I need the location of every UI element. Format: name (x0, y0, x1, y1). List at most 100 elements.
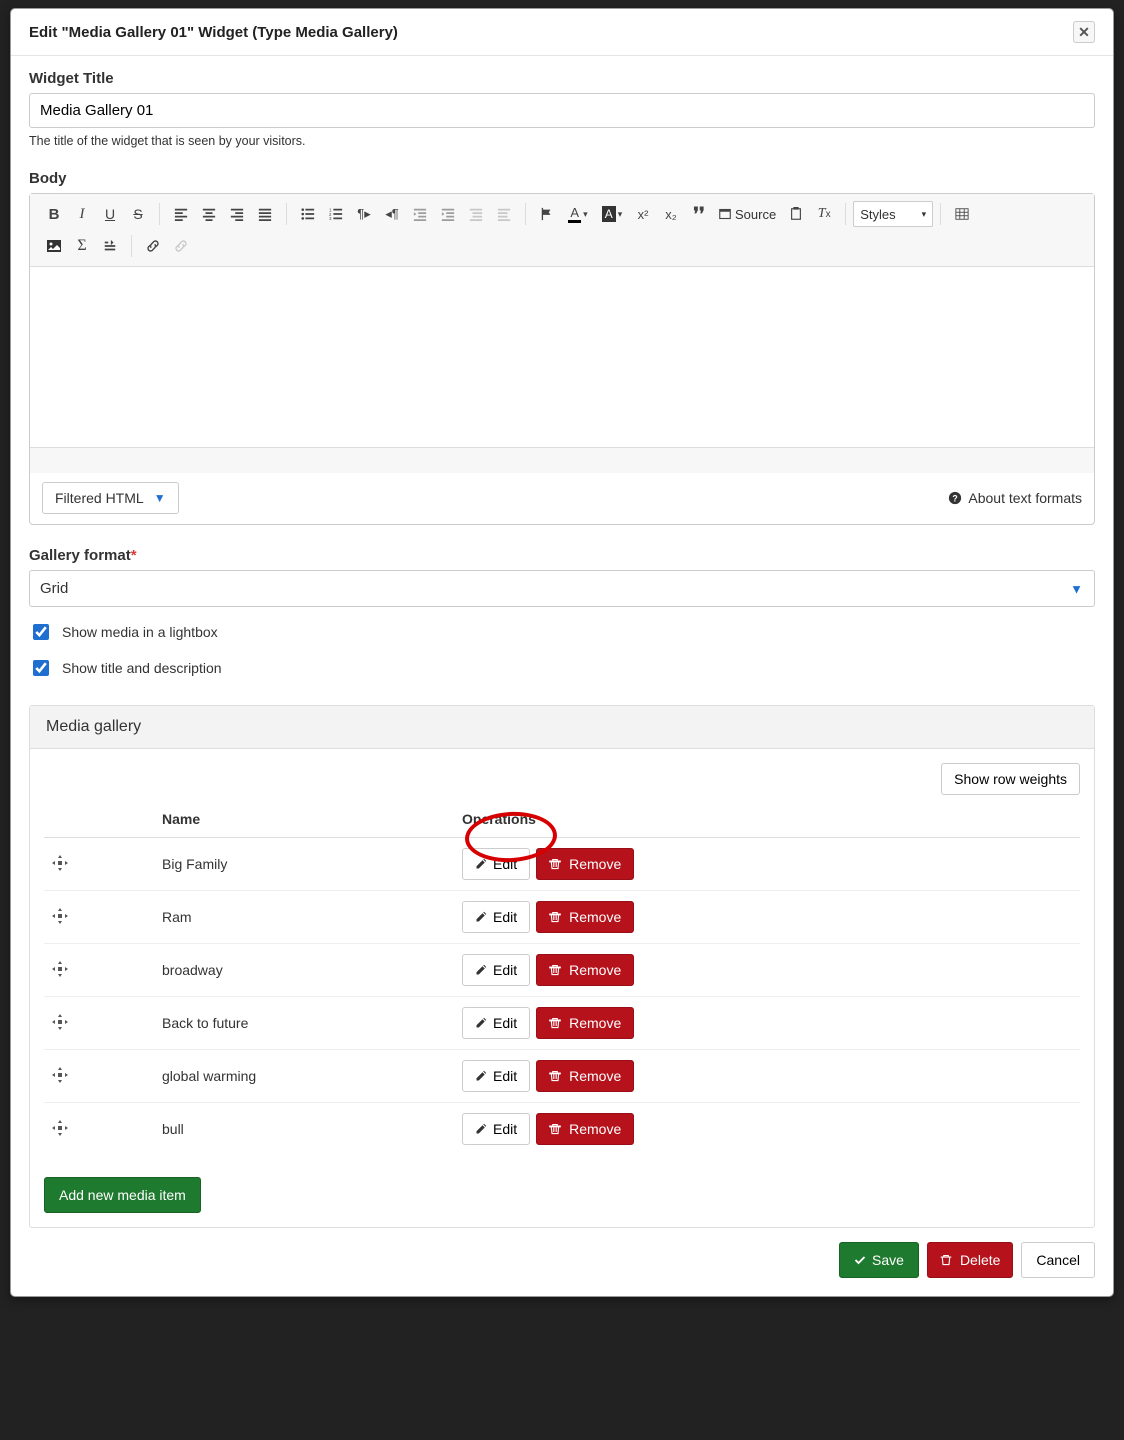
item-name: Big Family (154, 838, 454, 891)
remove-format-icon[interactable]: Tx (810, 200, 838, 228)
media-gallery-panel: Media gallery Show row weights (29, 705, 1095, 1228)
table-icon[interactable] (948, 200, 976, 228)
source-button[interactable]: Source (713, 200, 782, 228)
about-text-formats-link[interactable]: ? About text formats (948, 490, 1082, 506)
item-name: global warming (154, 1050, 454, 1103)
trash-icon (549, 858, 561, 870)
title-desc-checkbox[interactable] (33, 660, 49, 676)
item-name: broadway (154, 944, 454, 997)
table-row: bull Edit Remove (44, 1103, 1080, 1156)
modal-title: Edit "Media Gallery 01" Widget (Type Med… (29, 24, 398, 41)
widget-title-label: Widget Title (29, 70, 1095, 87)
gallery-format-label: Gallery format* (29, 547, 1095, 564)
source-label: Source (735, 207, 776, 222)
remove-button[interactable]: Remove (536, 1113, 634, 1145)
pencil-icon (475, 911, 487, 923)
edit-button[interactable]: Edit (462, 1007, 530, 1039)
italic-icon[interactable]: I (68, 200, 96, 228)
table-row: broadway Edit Remove (44, 944, 1080, 997)
indent-icon[interactable] (434, 200, 462, 228)
table-row: Big Family Edit Remove (44, 838, 1080, 891)
quote-right-icon[interactable] (490, 200, 518, 228)
drag-handle-icon[interactable] (52, 858, 68, 874)
numbered-list-icon[interactable]: 123 (322, 200, 350, 228)
drag-handle-icon[interactable] (52, 911, 68, 927)
link-icon[interactable] (139, 232, 167, 260)
pencil-icon (475, 1017, 487, 1029)
bg-color-icon[interactable]: A▾ (595, 200, 629, 228)
subscript-icon[interactable]: x₂ (657, 200, 685, 228)
lightbox-checkbox[interactable] (33, 624, 49, 640)
text-format-select[interactable]: Filtered HTML ▼ (42, 482, 179, 514)
close-button[interactable]: ✕ (1073, 21, 1095, 43)
widget-title-input[interactable] (29, 93, 1095, 128)
remove-button[interactable]: Remove (536, 954, 634, 986)
trash-icon (549, 964, 561, 976)
delete-button[interactable]: Delete (927, 1242, 1013, 1278)
bold-icon[interactable]: B (40, 200, 68, 228)
editor-footer (30, 447, 1094, 473)
editor-toolbar: B I U S (30, 194, 1094, 267)
image-icon[interactable] (40, 232, 68, 260)
pencil-icon (475, 964, 487, 976)
pencil-icon (475, 1070, 487, 1082)
bullet-list-icon[interactable] (294, 200, 322, 228)
remove-button[interactable]: Remove (536, 901, 634, 933)
col-operations: Operations (454, 801, 1080, 838)
drag-handle-icon[interactable] (52, 1123, 68, 1139)
check-icon (854, 1254, 866, 1266)
svg-text:3: 3 (329, 216, 332, 221)
remove-button[interactable]: Remove (536, 1060, 634, 1092)
edit-button[interactable]: Edit (462, 901, 530, 933)
cancel-button[interactable]: Cancel (1021, 1242, 1095, 1278)
close-icon: ✕ (1078, 24, 1090, 41)
save-button[interactable]: Save (839, 1242, 919, 1278)
drag-handle-icon[interactable] (52, 1070, 68, 1086)
align-left-icon[interactable] (167, 200, 195, 228)
superscript-icon[interactable]: x² (629, 200, 657, 228)
unlink-icon[interactable] (167, 232, 195, 260)
body-label: Body (29, 170, 1095, 187)
blockquote-icon[interactable]: ❜❜ (685, 200, 713, 228)
add-media-item-button[interactable]: Add new media item (44, 1177, 201, 1213)
strikethrough-icon[interactable]: S (124, 200, 152, 228)
trash-icon (549, 1070, 561, 1082)
pencil-icon (475, 858, 487, 870)
item-name: Ram (154, 891, 454, 944)
media-gallery-panel-title: Media gallery (30, 706, 1094, 749)
table-row: Back to future Edit Remove (44, 997, 1080, 1050)
styles-dropdown[interactable]: Styles ▾ (853, 201, 933, 227)
outdent-icon[interactable] (406, 200, 434, 228)
paste-icon[interactable] (782, 200, 810, 228)
edit-button[interactable]: Edit (462, 848, 530, 880)
align-justify-icon[interactable] (251, 200, 279, 228)
align-right-icon[interactable] (223, 200, 251, 228)
insert-item-icon[interactable] (96, 232, 124, 260)
table-row: Ram Edit Remove (44, 891, 1080, 944)
drag-handle-icon[interactable] (52, 964, 68, 980)
remove-button[interactable]: Remove (536, 848, 634, 880)
ltr-icon[interactable]: ¶▸ (350, 200, 378, 228)
required-star: * (131, 547, 137, 564)
text-color-icon[interactable]: A▾ (561, 200, 595, 228)
quote-left-icon[interactable] (462, 200, 490, 228)
chevron-down-icon: ▼ (154, 491, 166, 505)
edit-button[interactable]: Edit (462, 1060, 530, 1092)
drag-handle-icon[interactable] (52, 1017, 68, 1033)
flag-icon[interactable] (533, 200, 561, 228)
show-row-weights-button[interactable]: Show row weights (941, 763, 1080, 795)
underline-icon[interactable]: U (96, 200, 124, 228)
question-circle-icon: ? (948, 491, 962, 505)
col-name: Name (154, 801, 454, 838)
edit-button[interactable]: Edit (462, 1113, 530, 1145)
editor-textarea[interactable] (30, 267, 1094, 447)
pencil-icon (475, 1123, 487, 1135)
align-center-icon[interactable] (195, 200, 223, 228)
gallery-format-select[interactable]: Grid (29, 570, 1095, 607)
remove-button[interactable]: Remove (536, 1007, 634, 1039)
media-items-table: Name Operations Big Family Edit (44, 801, 1080, 1155)
edit-button[interactable]: Edit (462, 954, 530, 986)
trash-icon (940, 1254, 952, 1266)
sigma-icon[interactable]: Σ (68, 232, 96, 260)
rtl-icon[interactable]: ◂¶ (378, 200, 406, 228)
